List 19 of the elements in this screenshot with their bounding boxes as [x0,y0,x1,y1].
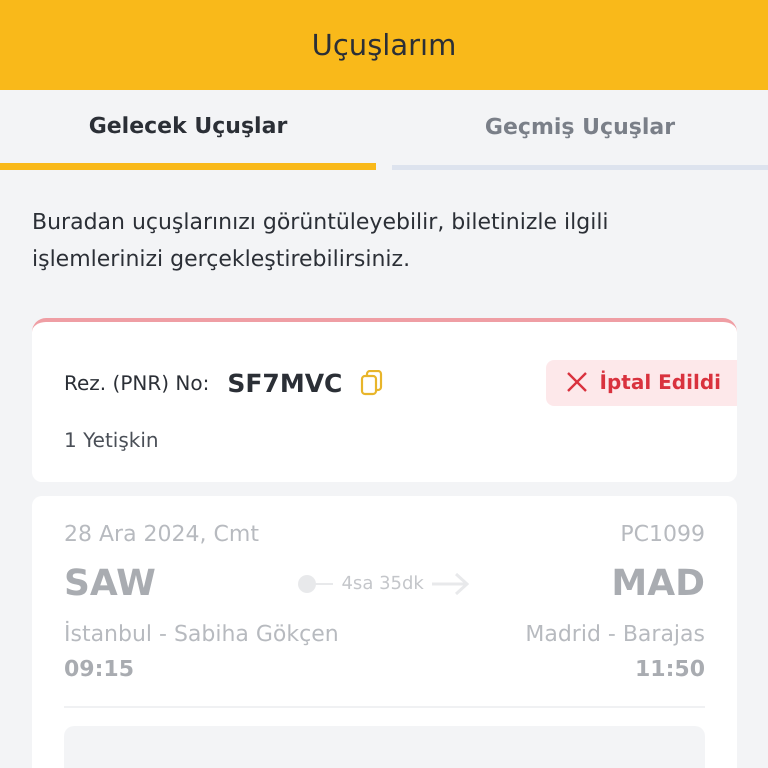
tab[interactable]: Geçmiş Uçuşlar [392,90,768,170]
status-badge: İptal Edildi [546,360,737,406]
origin-airport: İstanbul - Sabiha Gökçen [64,622,339,647]
tab[interactable]: Gelecek Uçuşlar [0,90,376,170]
intro-text: Buradan uçuşlarınızı görüntüleyebilir, biletinizle ilgili işlemlerinizi gerçekleştirebilirsiniz. [31,209,610,274]
flight-date: 28 Ara 2024, Cmt [64,522,259,547]
flight-number: PC1099 [620,522,705,547]
destination-code: MAD [611,563,705,604]
passenger-count: 1 Yetişkin [64,428,160,452]
origin-code: SAW [64,563,156,604]
flight-duration: 4sa 35dk [341,573,424,594]
pnr-label: Rez. (PNR) No: [64,371,210,395]
cross-icon [566,371,588,393]
destination-airport: Madrid - Barajas [525,622,705,647]
copy-icon[interactable] [360,370,384,396]
page-title: Uçuşlarım [312,28,456,62]
pnr-code: SF7MVC [227,368,342,398]
arrival-time: 11:50 [634,657,705,682]
departure-time: 09:15 [64,657,134,682]
